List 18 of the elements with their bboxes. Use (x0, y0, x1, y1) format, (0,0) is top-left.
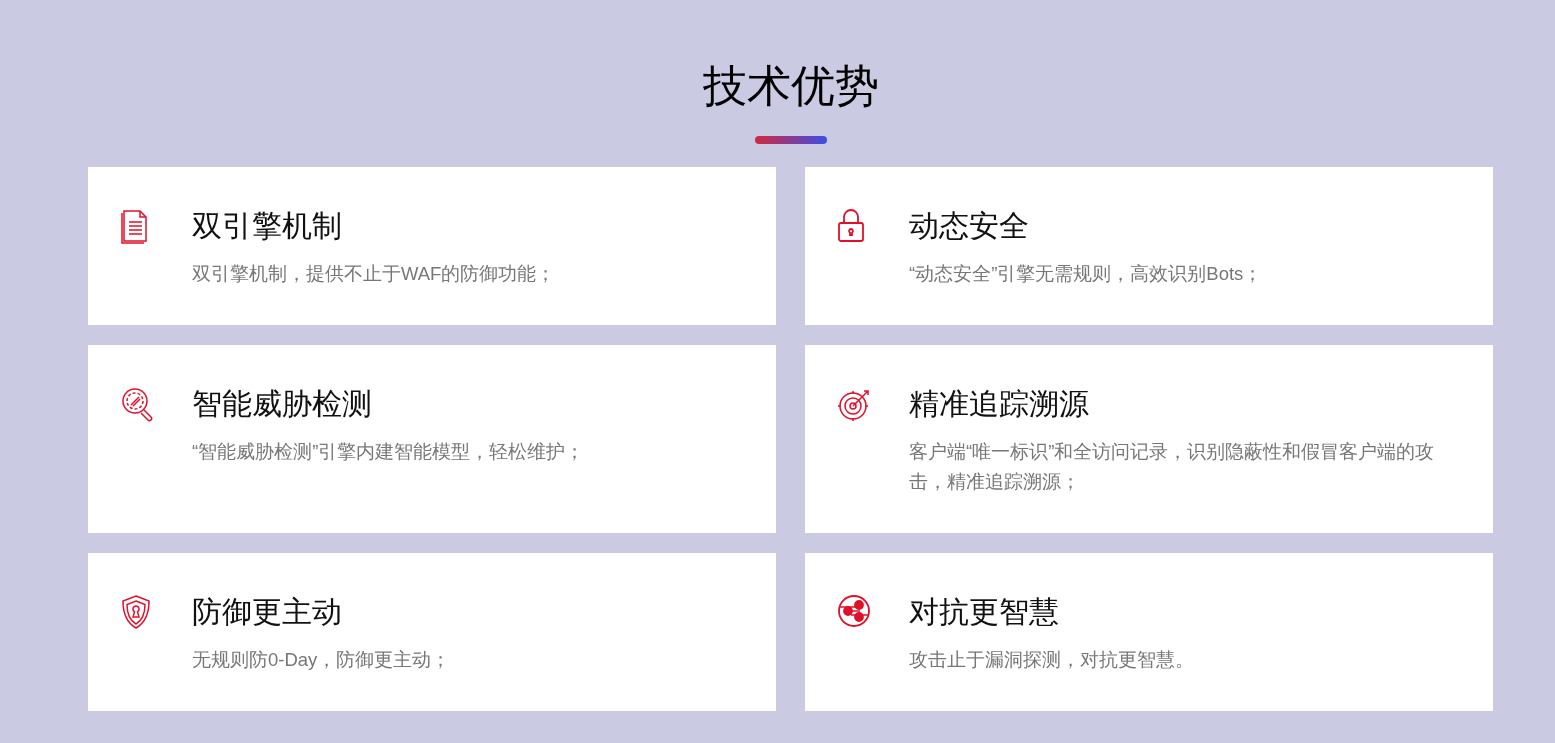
padlock-icon (837, 208, 865, 244)
feature-description: “动态安全”引擎无需规则，高效识别Bots； (909, 262, 1264, 286)
feature-title: 智能威胁检测 (192, 386, 373, 422)
section-heading: 技术优势 (702, 60, 879, 112)
feature-description: 客户端“唯一标识”和全访问记录，识别隐蔽性和假冒客户端的攻击，精准追踪溯源； (909, 440, 1436, 494)
feature-title: 对抗更智慧 (909, 594, 1060, 630)
feature-description: 攻击止于漏洞探测，对抗更智慧。 (909, 648, 1195, 672)
feature-title: 精准追踪溯源 (909, 386, 1090, 422)
document-icon (120, 208, 150, 244)
feature-title: 动态安全 (909, 208, 1030, 244)
network-circle-icon (837, 594, 871, 628)
feature-title: 防御更主动 (192, 594, 343, 630)
feature-description: “智能威胁检测”引擎内建智能模型，轻松维护； (192, 440, 586, 464)
feature-description: 双引擎机制，提供不止于WAF的防御功能； (192, 262, 557, 286)
shield-keyhole-icon (120, 594, 152, 630)
feature-title: 双引擎机制 (192, 208, 343, 244)
feature-description: 无规则防0-Day，防御更主动； (192, 648, 452, 672)
gear-magnifier-icon (120, 386, 156, 422)
